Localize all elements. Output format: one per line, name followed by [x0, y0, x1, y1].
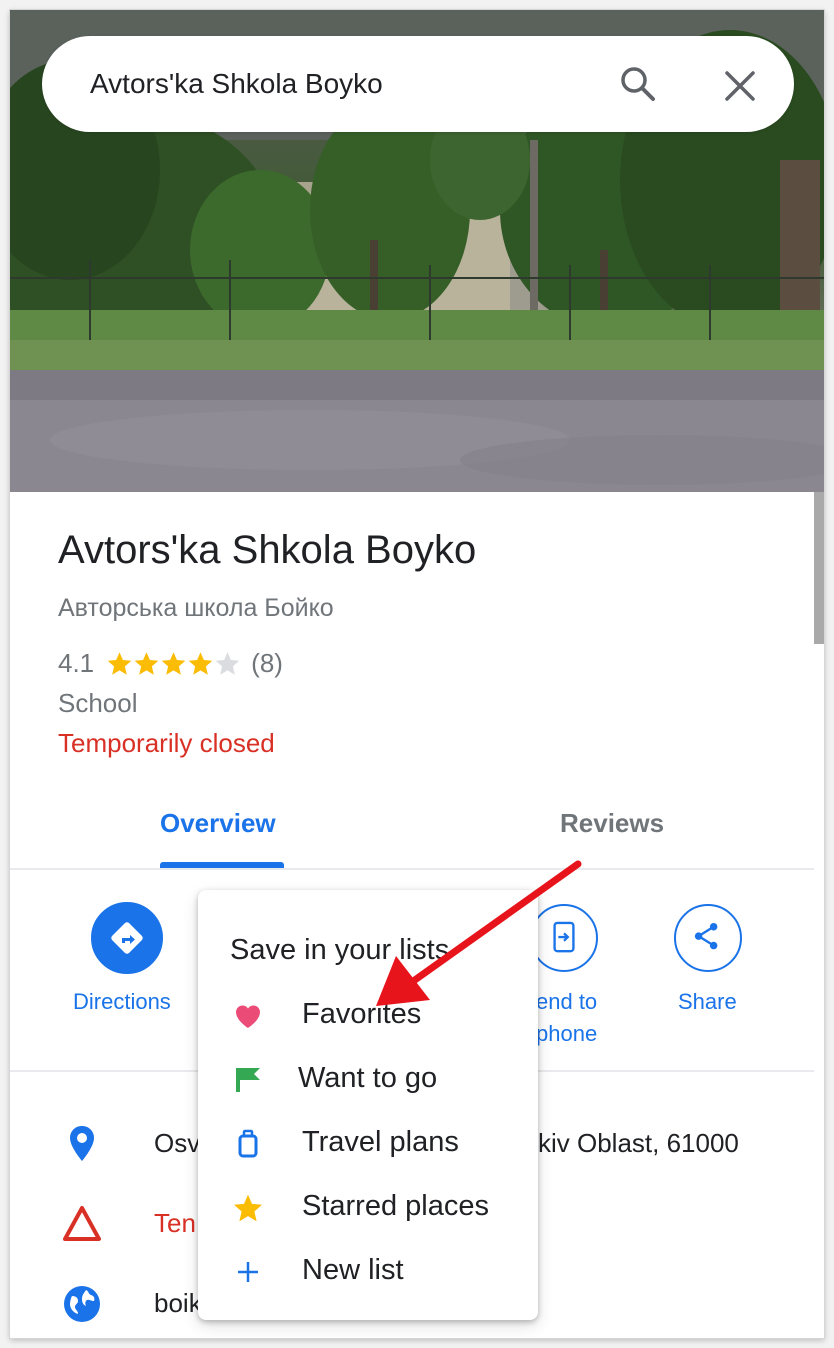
share-button[interactable]: [674, 904, 742, 972]
send-to-phone-label-line2[interactable]: phone: [536, 1018, 597, 1050]
flag-icon: [236, 1068, 260, 1092]
location-pin-icon: [70, 1126, 94, 1161]
tab-reviews[interactable]: Reviews: [560, 808, 664, 839]
menu-item-travel-plans[interactable]: Travel plans: [198, 1114, 538, 1174]
menu-item-want-to-go[interactable]: Want to go: [198, 1050, 538, 1110]
status-closed: Temporarily closed: [58, 728, 275, 758]
rating-stars: [106, 650, 241, 677]
scrollbar[interactable]: [814, 492, 824, 644]
menu-item-starred-places[interactable]: Starred places: [198, 1178, 538, 1238]
search-icon[interactable]: [618, 64, 658, 104]
globe-icon: [64, 1286, 100, 1322]
send-to-phone-button[interactable]: [530, 904, 598, 972]
star-icon: [134, 651, 159, 675]
search-bar[interactable]: Avtors'ka Shkola Boyko: [42, 36, 794, 132]
directions-button[interactable]: [91, 902, 163, 974]
place-subtitle: Авторська школа Бойко: [58, 594, 334, 622]
website-text[interactable]: boik: [154, 1288, 202, 1319]
address-text[interactable]: Osv: [154, 1128, 200, 1159]
star-icon: [107, 651, 132, 675]
rating-row[interactable]: 4.1 (8): [58, 647, 283, 679]
review-count[interactable]: (8): [251, 648, 283, 679]
maps-panel: Avtors'ka Shkola Boyko Avtors'ka Shkola …: [10, 10, 824, 1338]
plus-icon: [238, 1262, 258, 1282]
star-empty-icon: [215, 651, 240, 675]
star-icon: [234, 1194, 262, 1222]
heart-icon: [235, 1005, 261, 1028]
menu-label-new-list: New list: [302, 1254, 404, 1286]
place-category[interactable]: School: [58, 688, 138, 719]
search-input[interactable]: Avtors'ka Shkola Boyko: [90, 68, 383, 100]
tab-overview[interactable]: Overview: [160, 808, 276, 839]
menu-label-want-to-go: Want to go: [298, 1062, 438, 1094]
menu-label-favorites: Favorites: [302, 998, 422, 1030]
close-icon[interactable]: [720, 66, 760, 106]
address-text-right[interactable]: kiv Oblast, 61000: [538, 1128, 739, 1159]
star-icon: [188, 651, 213, 675]
tabs-divider: [10, 868, 814, 870]
send-to-phone-icon: [553, 921, 575, 953]
send-to-phone-label-line1[interactable]: end to: [536, 986, 597, 1018]
rating-value: 4.1: [58, 647, 95, 678]
save-lists-popup: Save in your lists Favorites Want to go …: [198, 890, 538, 1320]
directions-label[interactable]: Directions: [73, 986, 171, 1018]
suitcase-icon: [238, 1129, 258, 1158]
share-label[interactable]: Share: [678, 986, 737, 1018]
directions-icon: [111, 922, 143, 954]
warning-icon: [63, 1206, 101, 1241]
menu-label-travel-plans: Travel plans: [302, 1126, 459, 1158]
menu-item-favorites[interactable]: Favorites: [198, 986, 538, 1046]
menu-label-starred-places: Starred places: [302, 1190, 489, 1222]
menu-item-new-list[interactable]: New list: [198, 1242, 538, 1302]
share-icon: [694, 922, 718, 950]
place-title: Avtors'ka Shkola Boyko: [58, 528, 477, 572]
closed-status-text: Ten: [154, 1208, 196, 1238]
popup-title: Save in your lists: [230, 934, 450, 966]
star-icon: [161, 651, 186, 675]
